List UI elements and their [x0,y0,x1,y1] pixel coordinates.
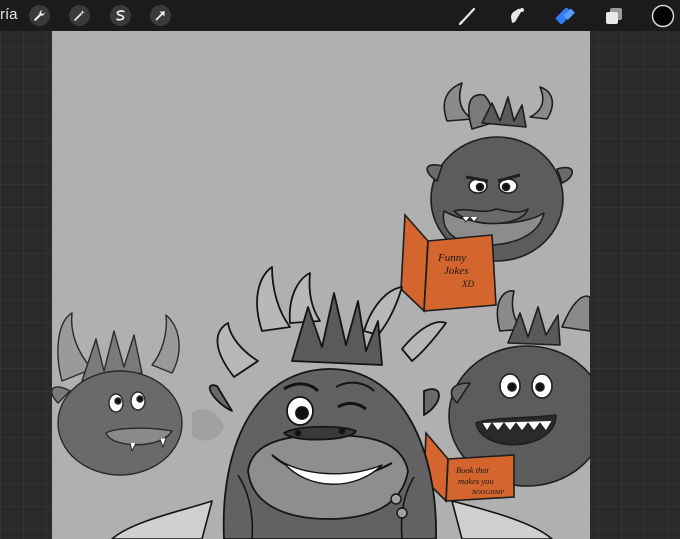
layers-icon [606,8,622,24]
layers-button[interactable] [601,3,627,29]
book1-line-3: XD [461,279,474,289]
book1-line-2: Jokes [444,265,468,277]
selection-button[interactable] [110,5,131,26]
book2-line-2: makes you [458,476,494,486]
top-dragon [426,82,574,262]
left-dragon [52,312,224,476]
eraser-tool-button[interactable] [552,3,578,29]
color-swatch-button[interactable] [650,3,676,29]
transform-button[interactable] [150,5,171,26]
top-toolbar: ría [0,0,680,31]
dragon-illustration: Funny Jokes XD Book that makes you BOOGH [52,82,590,539]
gallery-button[interactable]: ría [0,6,18,23]
eraser-icon [555,7,575,25]
drawing-canvas[interactable]: Funny Jokes XD Book that makes you BOOGH [52,31,590,539]
selection-s-icon [116,10,125,21]
book1-line-1: Funny [437,252,466,264]
brush-icon [459,7,476,25]
actions-wrench-button[interactable] [29,5,50,26]
color-swatch [651,4,675,28]
adjustments-button[interactable] [69,5,90,26]
book2-line-1: Book that [456,465,489,475]
right-dragon [448,290,590,487]
book2-line-3: BOOGHMP [472,489,504,496]
magic-wand-icon [74,10,85,21]
smudge-icon [511,8,524,23]
smudge-tool-button[interactable] [504,3,530,29]
wrench-icon [34,10,45,21]
brush-tool-button[interactable] [454,3,480,29]
transform-arrow-icon [155,11,165,21]
